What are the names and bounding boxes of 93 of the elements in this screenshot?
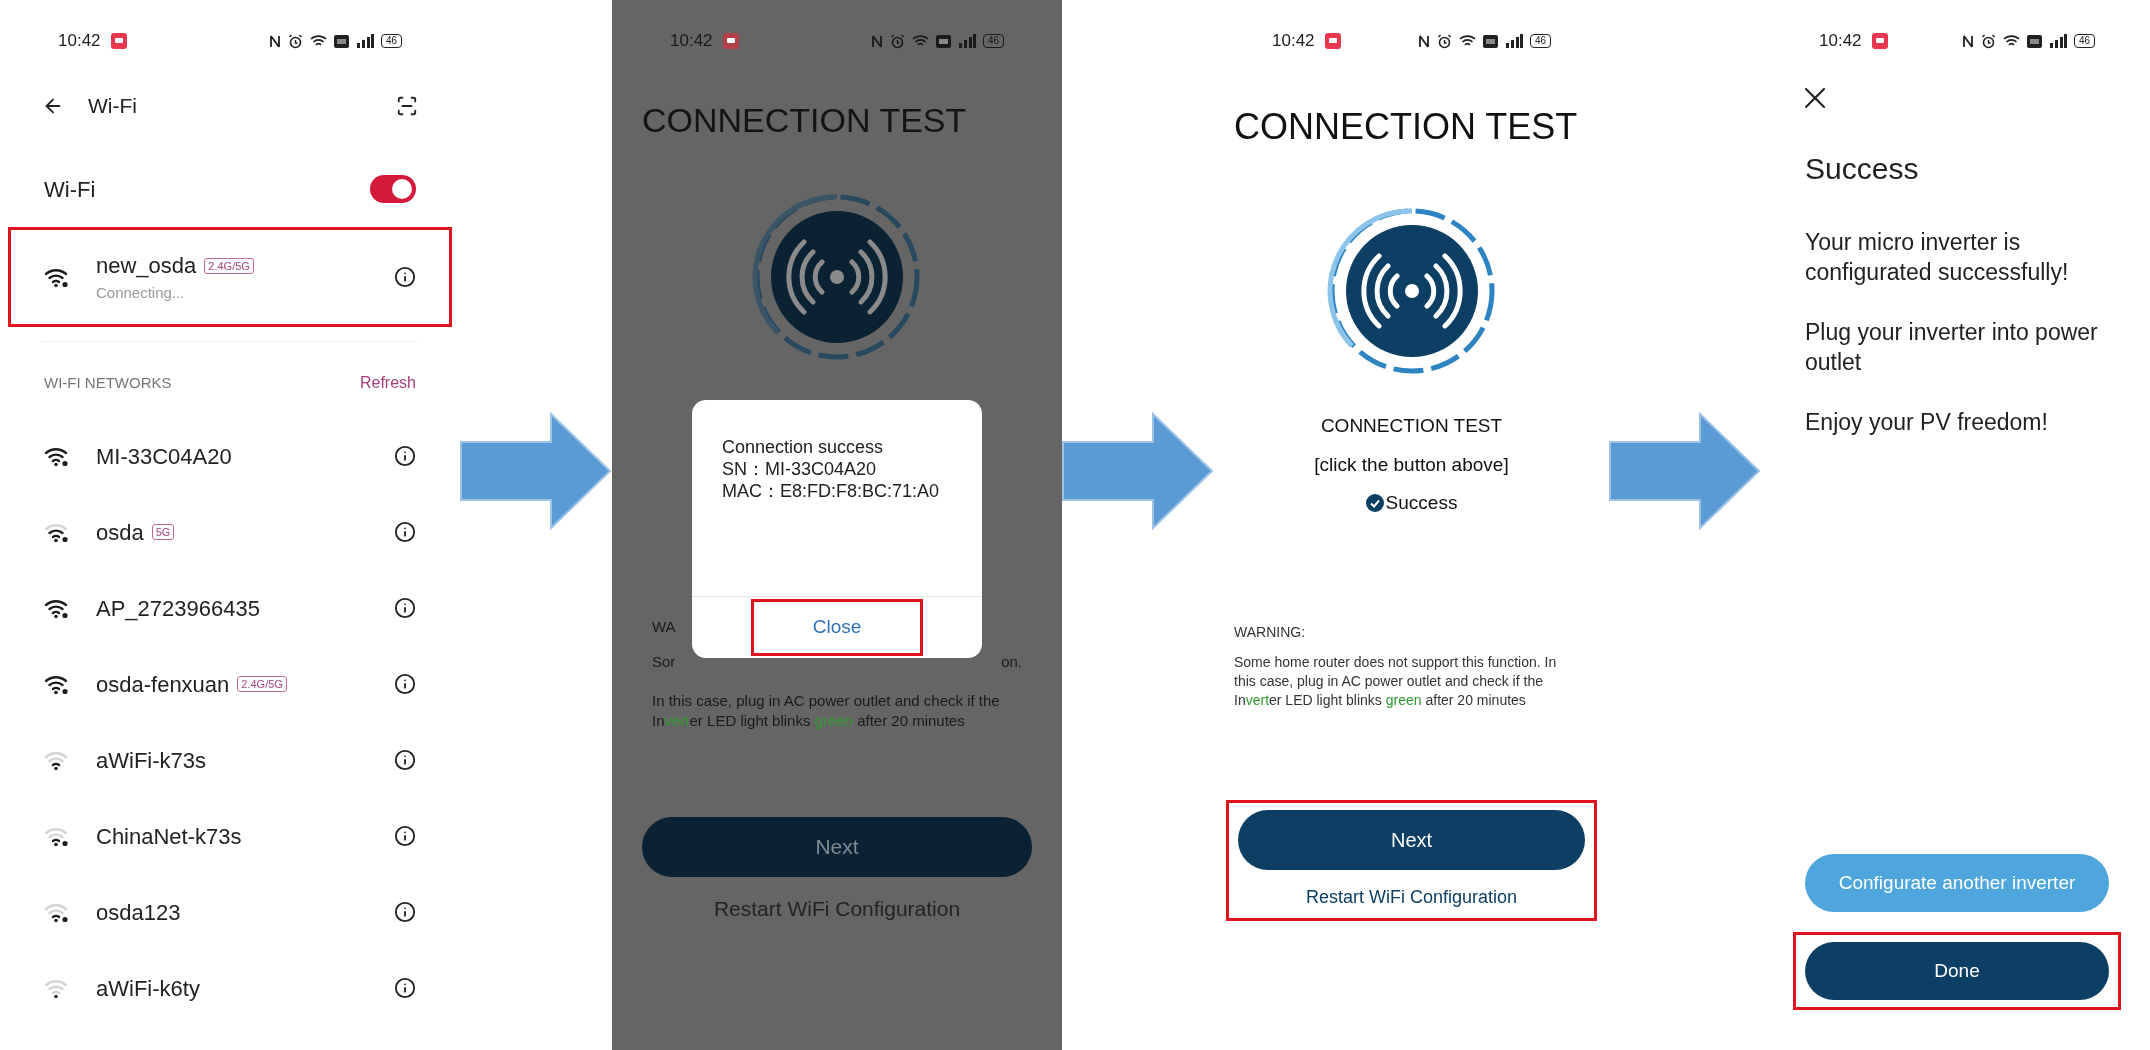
notification-icon <box>1324 33 1341 49</box>
info-icon[interactable] <box>394 825 416 847</box>
signal-icon <box>957 34 976 48</box>
wifi-icon <box>1458 34 1476 48</box>
network-name: ChinaNet-k73s <box>96 822 242 851</box>
network-row[interactable]: AP_2723966435 <box>0 570 460 646</box>
info-icon[interactable] <box>394 597 416 619</box>
battery-indicator: 46 <box>380 34 402 48</box>
signal-icon <box>355 34 374 48</box>
notification-icon <box>722 33 739 49</box>
network-name: aWiFi-k6ty <box>96 974 200 1003</box>
test-label: CONNECTION TEST <box>1320 414 1503 438</box>
screen-title: CONNECTION TEST <box>1233 105 1579 149</box>
network-name: AP_2723966435 <box>96 594 260 623</box>
action-button[interactable]: Done <box>1805 942 2109 1000</box>
network-row[interactable]: osda123 <box>0 874 460 950</box>
close-button[interactable]: Close <box>762 609 912 646</box>
alarm-icon <box>1436 33 1452 49</box>
info-icon[interactable] <box>394 977 416 999</box>
info-icon[interactable] <box>394 266 416 288</box>
restart-link[interactable]: Restart WiFi Configuration <box>1305 883 1518 911</box>
refresh-link[interactable]: Refresh <box>359 371 416 395</box>
message-text: Plug your inverter into power outlet <box>1805 318 2099 377</box>
network-row[interactable]: osda-fenxuan 2.4G/5G <box>0 646 460 722</box>
nfc-icon <box>268 33 281 49</box>
hd-icon <box>333 34 349 48</box>
network-row[interactable]: ChinaNet-k73s <box>0 798 460 874</box>
wifi-toggle[interactable] <box>370 175 416 203</box>
scan-icon[interactable] <box>396 95 418 117</box>
info-icon[interactable] <box>394 673 416 695</box>
nfc-icon <box>1961 33 1974 49</box>
network-name: new_osda <box>96 252 197 281</box>
hd-icon <box>1482 34 1498 48</box>
screen-title: CONNECTION TEST <box>641 100 968 141</box>
band-badge: 5G <box>151 524 175 540</box>
status-time: 10:42 <box>1272 30 1315 53</box>
dialog-text: SN：MI-33C04A20 <box>722 458 878 480</box>
notification-icon <box>110 33 127 49</box>
message-text: Enjoy your PV freedom! <box>1805 408 2049 437</box>
broadcast-icon[interactable] <box>1326 206 1497 376</box>
network-name: osda <box>96 518 144 547</box>
dialog-text: Connection success <box>722 436 885 458</box>
section-header: WI-FI NETWORKS <box>44 372 172 393</box>
broadcast-icon[interactable] <box>752 192 922 362</box>
wifi-icon <box>911 34 929 48</box>
notification-icon <box>1871 33 1888 49</box>
screen-title: Success <box>1804 151 1920 187</box>
next-button[interactable]: Next <box>1238 809 1585 870</box>
warning-text: Some home router does not support this function. In this case, plug in AC power outlet and check if the Inverter LED light blinks green after 20 minutes <box>1233 652 1558 710</box>
warning-text: Sor <box>652 651 676 672</box>
hd-icon <box>935 34 951 48</box>
battery-indicator: 46 <box>1529 34 1551 48</box>
info-icon[interactable] <box>394 521 416 543</box>
network-name: aWiFi-k73s <box>96 746 206 775</box>
connection-status: Connecting... <box>96 283 186 304</box>
network-name: osda123 <box>96 898 181 927</box>
dialog-text: MAC：E8:FD:F8:BC:71:A0 <box>722 480 941 502</box>
wifi-icon <box>309 34 327 48</box>
battery-indicator: 46 <box>982 34 1004 48</box>
network-row[interactable]: new_osda 2.4G/5G Connecting... <box>20 237 440 317</box>
info-icon[interactable] <box>394 749 416 771</box>
band-badge: 2.4G/5G <box>237 676 287 692</box>
status-time: 10:42 <box>58 30 101 53</box>
nfc-icon <box>870 33 883 49</box>
signal-icon <box>2048 34 2067 48</box>
signal-icon <box>1504 34 1523 48</box>
band-badge: 2.4G/5G <box>204 257 254 274</box>
hint-text: [click the button above] <box>1314 452 1509 477</box>
network-name: osda-fenxuan <box>96 670 230 699</box>
warning-text: on. <box>1001 651 1022 672</box>
network-row[interactable]: aWiFi-k73s <box>0 722 460 798</box>
info-icon[interactable] <box>394 901 416 923</box>
alarm-icon <box>889 33 905 49</box>
alarm-icon <box>1980 33 1996 49</box>
network-row[interactable]: aWiFi-k6ty <box>0 950 460 1026</box>
battery-indicator: 46 <box>2073 34 2095 48</box>
warning-label: WARNING: <box>1233 622 1307 642</box>
network-name: MI-33C04A20 <box>96 442 232 471</box>
wifi-icon <box>2002 34 2020 48</box>
status-time: 10:42 <box>670 30 713 53</box>
next-button[interactable]: Next <box>642 817 1032 877</box>
network-row[interactable]: MI-33C04A20 <box>0 418 460 494</box>
message-text: Your micro inverter is configurated successfully! <box>1805 228 2070 287</box>
hd-icon <box>2026 34 2042 48</box>
info-icon[interactable] <box>394 445 416 467</box>
network-row[interactable]: osda 5G <box>0 494 460 570</box>
result-text: Success <box>1385 491 1458 515</box>
status-time: 10:42 <box>1819 30 1862 53</box>
alarm-icon <box>287 33 303 49</box>
page-title: Wi-Fi <box>88 93 137 120</box>
nfc-icon <box>1417 33 1430 49</box>
warning-label: WA <box>652 617 676 637</box>
toggle-label: Wi-Fi <box>44 175 96 204</box>
